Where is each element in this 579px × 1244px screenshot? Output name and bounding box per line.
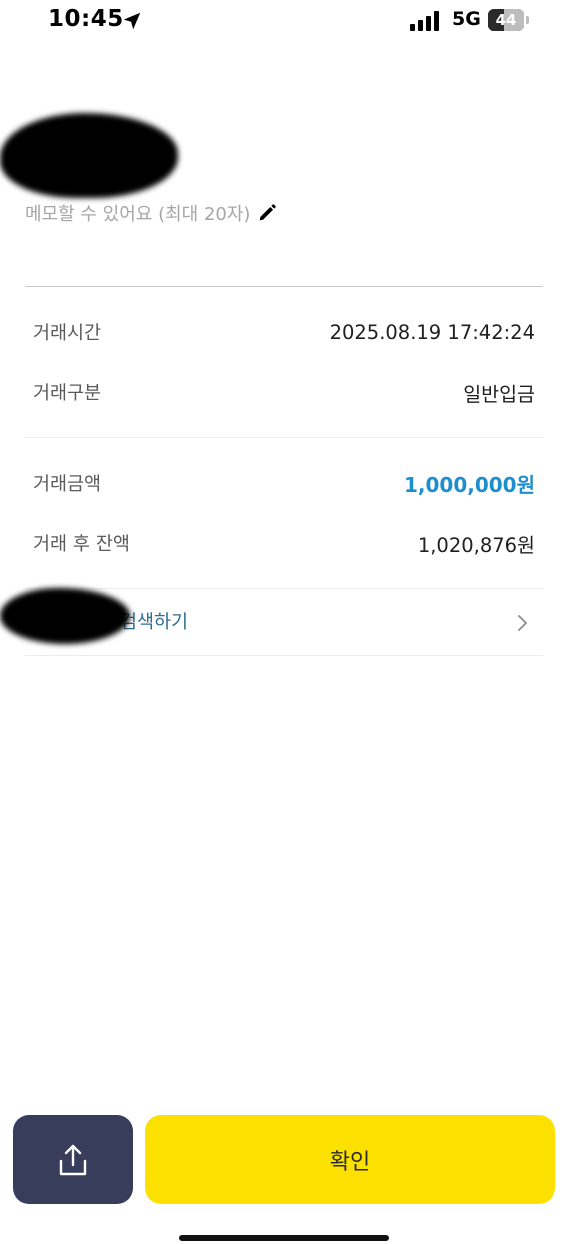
home-indicator xyxy=(179,1235,389,1241)
transaction-amount-label: 거래금액 xyxy=(33,474,102,495)
detail-row-balance: 거래 후 잔액 1,020,876원 xyxy=(33,528,535,558)
location-arrow-icon xyxy=(123,12,141,30)
pencil-icon[interactable] xyxy=(256,202,278,224)
battery-body: 44 xyxy=(488,9,524,31)
battery-cap xyxy=(526,16,529,24)
status-bar: 10:45 5G 44 xyxy=(0,0,579,44)
battery-percent: 44 xyxy=(495,11,517,29)
detail-row-type: 거래구분 일반입금 xyxy=(33,377,535,407)
redacted-account-name xyxy=(0,113,178,198)
battery-icon: 44 xyxy=(488,9,530,31)
memo-placeholder: 메모할 수 있어요 (최대 20자) xyxy=(25,204,251,225)
transaction-time-label: 거래시간 xyxy=(33,323,102,344)
redacted-search-target xyxy=(0,588,130,644)
memo-row[interactable]: 메모할 수 있어요 (최대 20자) xyxy=(25,199,278,227)
section-divider xyxy=(25,588,543,589)
section-divider xyxy=(25,655,543,656)
transaction-amount-value: 1,000,000원 xyxy=(403,472,535,497)
balance-after-value: 1,020,876원 xyxy=(417,533,535,557)
section-divider xyxy=(25,437,543,438)
transaction-type-value: 일반입금 xyxy=(463,382,535,406)
transaction-time-value: 2025.08.19 17:42:24 xyxy=(329,320,535,344)
search-link[interactable]: 검색하기 xyxy=(120,608,188,634)
share-icon xyxy=(59,1144,87,1176)
detail-row-amount: 거래금액 1,000,000원 xyxy=(33,468,535,498)
share-button[interactable] xyxy=(13,1115,133,1204)
header-divider xyxy=(25,286,543,287)
balance-after-label: 거래 후 잔액 xyxy=(33,534,130,555)
chevron-right-icon xyxy=(518,615,527,631)
transaction-type-label: 거래구분 xyxy=(33,383,102,404)
detail-row-time: 거래시간 2025.08.19 17:42:24 xyxy=(33,317,535,347)
confirm-label: 확인 xyxy=(329,1149,371,1175)
status-time: 10:45 xyxy=(48,6,124,32)
network-label: 5G xyxy=(452,8,481,30)
signal-bars-icon xyxy=(410,11,439,31)
confirm-button[interactable]: 확인 xyxy=(145,1115,555,1204)
